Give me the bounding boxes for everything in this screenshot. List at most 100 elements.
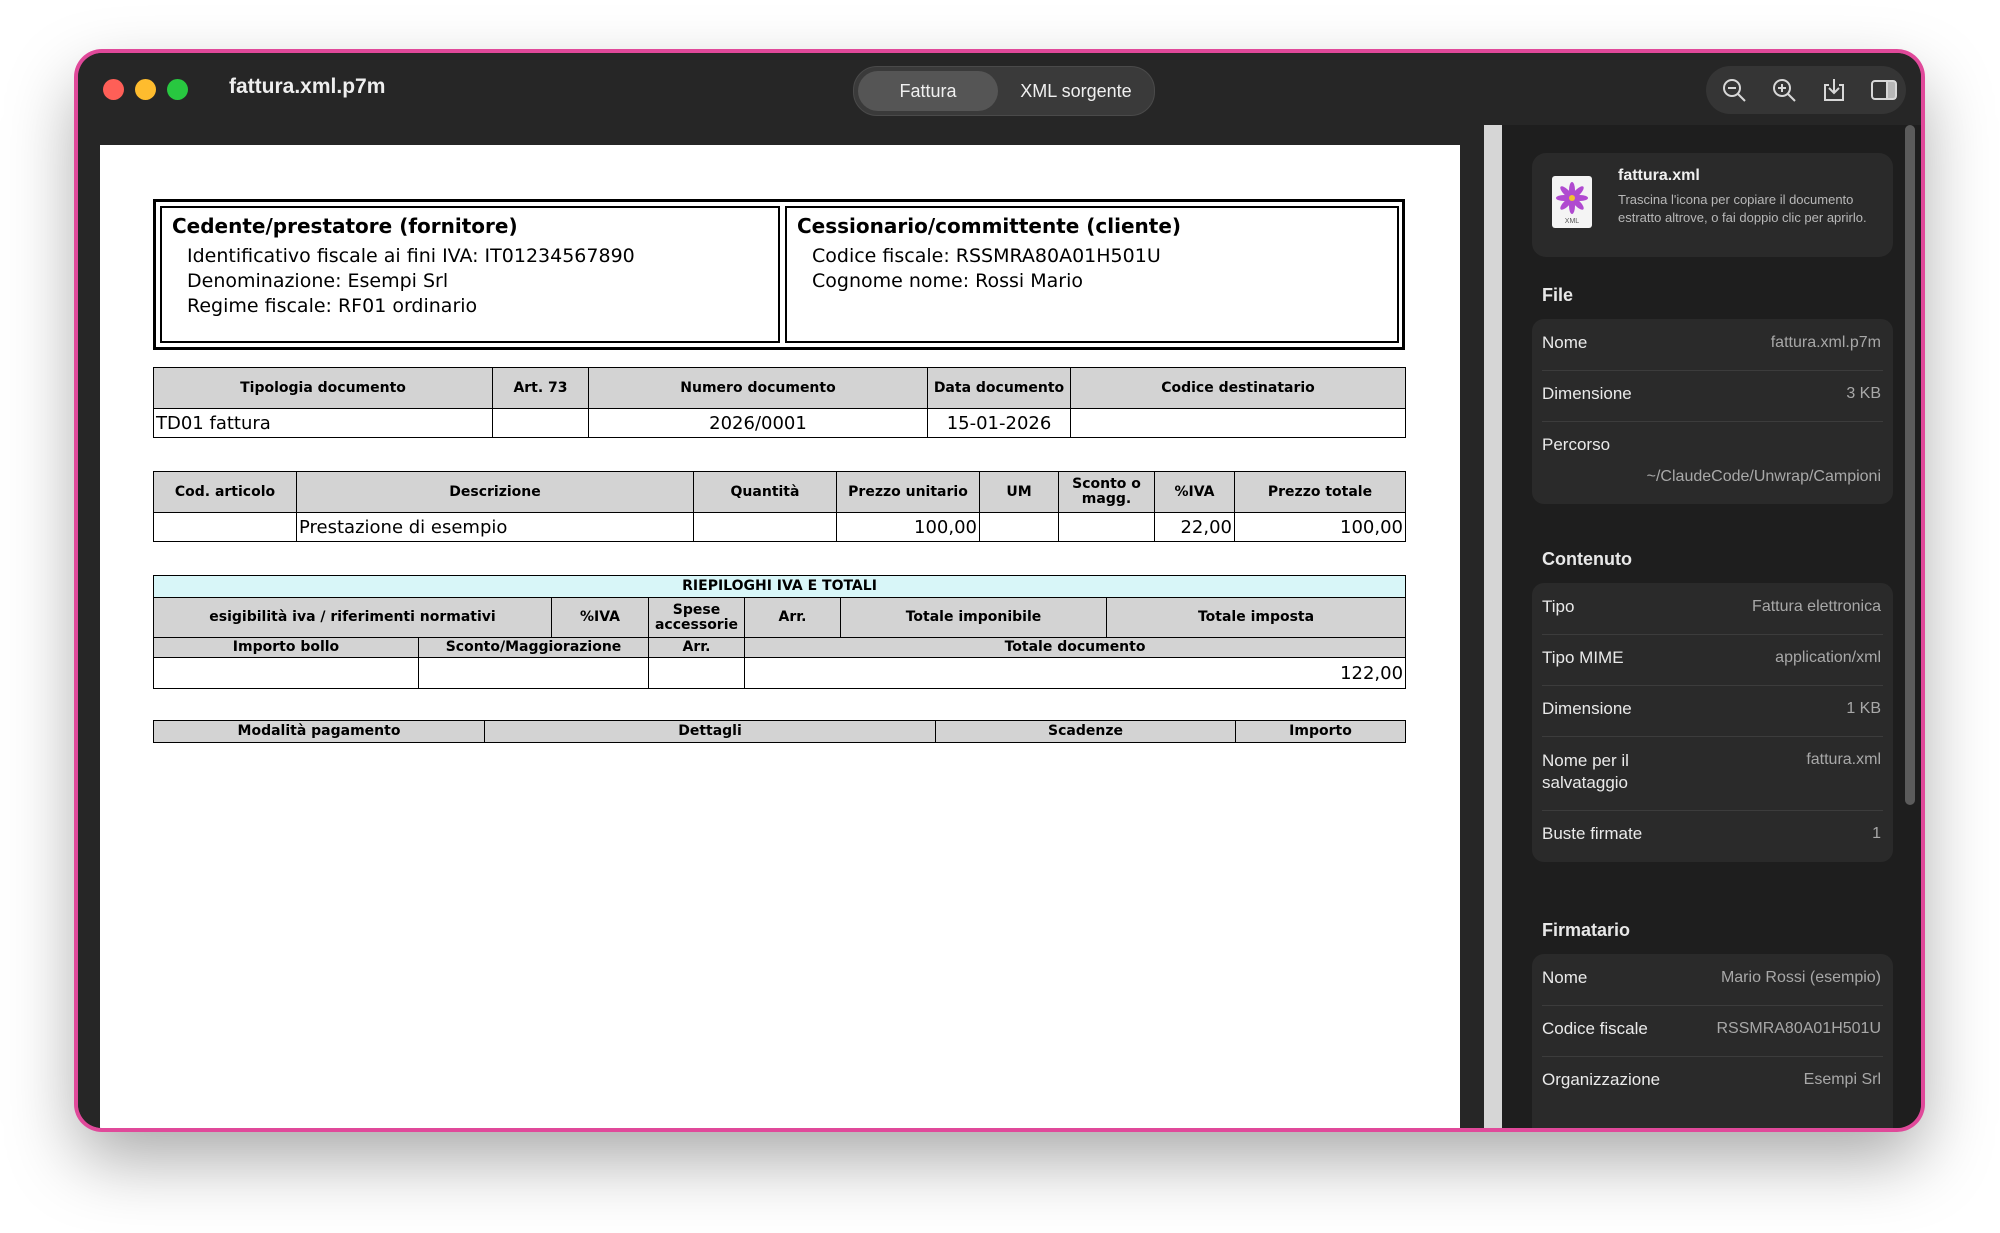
table-header: Prezzo unitario <box>836 471 980 513</box>
table-cell: TD01 fattura <box>153 408 493 438</box>
info-key: Nome <box>1542 968 1588 987</box>
section-title-firmatario: Firmatario <box>1542 920 1631 940</box>
table-cell <box>1070 408 1406 438</box>
document-data-table: Tipologia documento Art. 73 Numero docum… <box>153 367 1406 438</box>
table-header: Modalità pagamento <box>153 720 485 743</box>
info-key: Nome per il salvataggio <box>1542 751 1629 792</box>
table-header: UM <box>979 471 1059 513</box>
app-window: fattura.xml.p7m Fattura XML sorgente Ced… <box>78 53 1921 1128</box>
document-scrollbar[interactable] <box>1484 125 1502 1128</box>
zoom-window-button[interactable] <box>167 79 188 100</box>
info-key: Dimensione <box>1542 699 1632 718</box>
tab-fattura[interactable]: Fattura <box>858 71 998 111</box>
info-row-nome: Nome fattura.xml.p7m <box>1532 319 1893 370</box>
table-cell <box>153 512 297 542</box>
info-key: Tipo <box>1542 597 1575 616</box>
table-header: Codice destinatario <box>1070 367 1406 409</box>
table-cell <box>418 657 649 689</box>
info-key: Buste firmate <box>1542 824 1643 843</box>
table-header: %IVA <box>551 597 649 638</box>
info-value: application/xml <box>1775 649 1881 666</box>
info-row-nome: Nome Mario Rossi (esempio) <box>1532 954 1893 1005</box>
cedente-box: Cedente/prestatore (fornitore) Identific… <box>160 206 780 343</box>
table-cell <box>1058 512 1155 542</box>
table-cell: 100,00 <box>836 512 980 542</box>
line-items-table: Cod. articolo Descrizione Quantità Prezz… <box>153 471 1406 542</box>
table-header: Cod. articolo <box>153 471 297 513</box>
info-key: Percorso <box>1542 435 1611 454</box>
info-key: Organizzazione <box>1542 1070 1661 1089</box>
table-cell: 15-01-2026 <box>927 408 1071 438</box>
cessionario-header: Cessionario/committente (cliente) <box>797 214 1182 238</box>
table-cell <box>979 512 1059 542</box>
cedente-line: Denominazione: Esempi Srl <box>187 270 449 292</box>
table-header: Arr. <box>744 597 841 638</box>
table-header: Importo bollo <box>153 637 419 658</box>
minimize-window-button[interactable] <box>135 79 156 100</box>
content-info-group: Tipo Fattura elettronica Tipo MIME appli… <box>1532 583 1893 862</box>
signer-info-group: Nome Mario Rossi (esempio) Codice fiscal… <box>1532 954 1893 1128</box>
total-document-value: 122,00 <box>743 657 1407 689</box>
info-value-path[interactable]: ~/ClaudeCode/Unwrap/Campioni <box>1647 468 1881 486</box>
info-row-dimensione: Dimensione 3 KB <box>1532 370 1893 421</box>
info-value: 1 KB <box>1846 700 1881 717</box>
table-header: Sconto/Maggiorazione <box>418 637 649 658</box>
table-cell: Prestazione di esempio <box>296 512 694 542</box>
info-row-buste-firmate: Buste firmate 1 <box>1532 810 1893 862</box>
close-window-button[interactable] <box>103 79 124 100</box>
tab-xml-sorgente[interactable]: XML sorgente <box>1004 71 1148 111</box>
table-header: Quantità <box>693 471 837 513</box>
cessionario-line: Codice fiscale: RSSMRA80A01H501U <box>812 245 1161 267</box>
info-row-dimensione: Dimensione 1 KB <box>1532 685 1893 736</box>
table-header: Totale documento <box>743 637 1407 658</box>
cessionario-box: Cessionario/committente (cliente) Codice… <box>785 206 1399 343</box>
table-header: Prezzo totale <box>1234 471 1406 513</box>
save-icon[interactable] <box>1820 76 1848 104</box>
info-value: Esempi Srl <box>1803 1071 1881 1088</box>
info-value: 3 KB <box>1846 385 1881 402</box>
table-header: Totale imponibile <box>840 597 1107 638</box>
section-title-file: File <box>1542 285 1574 305</box>
document-viewer[interactable]: Cedente/prestatore (fornitore) Identific… <box>78 125 1488 1128</box>
info-value: Mario Rossi (esempio) <box>1720 969 1881 986</box>
xml-icon-label: XML <box>1565 218 1580 225</box>
view-switcher: Fattura XML sorgente <box>853 66 1155 116</box>
table-cell: 2026/0001 <box>588 408 928 438</box>
extracted-file-card[interactable]: XML fattura.xml Trascina l'icona per cop… <box>1532 153 1893 257</box>
cedente-line: Identificativo fiscale ai fini IVA: IT01… <box>187 245 635 267</box>
cedente-header: Cedente/prestatore (fornitore) <box>172 214 518 238</box>
table-header: Descrizione <box>296 471 694 513</box>
table-cell: 100,00 <box>1234 512 1406 542</box>
table-header: Spese accessorie <box>648 597 745 638</box>
xml-file-icon[interactable]: XML <box>1552 176 1592 228</box>
vat-summary-table: RIEPILOGHI IVA E TOTALI esigibilità iva … <box>152 575 1407 689</box>
info-row-tipo: Tipo Fattura elettronica <box>1532 583 1893 634</box>
section-title-contenuto: Contenuto <box>1542 549 1632 569</box>
toolbar-icons <box>1706 66 1906 114</box>
sidebar-toggle-icon[interactable] <box>1870 76 1898 104</box>
window-title: fattura.xml.p7m <box>229 75 386 98</box>
payment-table: Modalità pagamento Dettagli Scadenze Imp… <box>153 720 1406 743</box>
cedente-line: Regime fiscale: RF01 ordinario <box>187 295 478 317</box>
extracted-file-hint: Trascina l'icona per copiare il document… <box>1618 192 1867 225</box>
info-row-organizzazione: Organizzazione Esempi Srl <box>1532 1056 1893 1107</box>
table-header: Tipologia documento <box>153 367 493 409</box>
table-header: Arr. <box>648 637 745 658</box>
info-key: Dimensione <box>1542 384 1632 403</box>
zoom-in-icon[interactable] <box>1770 76 1798 104</box>
zoom-out-icon[interactable] <box>1720 76 1748 104</box>
table-header: Importo <box>1235 720 1406 743</box>
sidebar-scrollbar[interactable] <box>1905 125 1915 805</box>
summary-title: RIEPILOGHI IVA E TOTALI <box>152 575 1407 598</box>
title-bar: fattura.xml.p7m Fattura XML sorgente <box>78 53 1921 125</box>
table-cell <box>648 657 745 689</box>
file-info-group: Nome fattura.xml.p7m Dimensione 3 KB Per… <box>1532 319 1893 504</box>
cessionario-line: Cognome nome: Rossi Mario <box>812 270 1084 292</box>
extracted-file-name: fattura.xml <box>1618 167 1700 184</box>
info-row-percorso: Percorso ~/ClaudeCode/Unwrap/Campioni <box>1532 421 1893 504</box>
table-cell: 22,00 <box>1154 512 1235 542</box>
info-row-nome-salvataggio: Nome per il salvataggio fattura.xml <box>1532 736 1893 810</box>
table-cell <box>693 512 837 542</box>
table-cell <box>153 657 419 689</box>
inspector-sidebar: XML fattura.xml Trascina l'icona per cop… <box>1502 125 1921 1128</box>
